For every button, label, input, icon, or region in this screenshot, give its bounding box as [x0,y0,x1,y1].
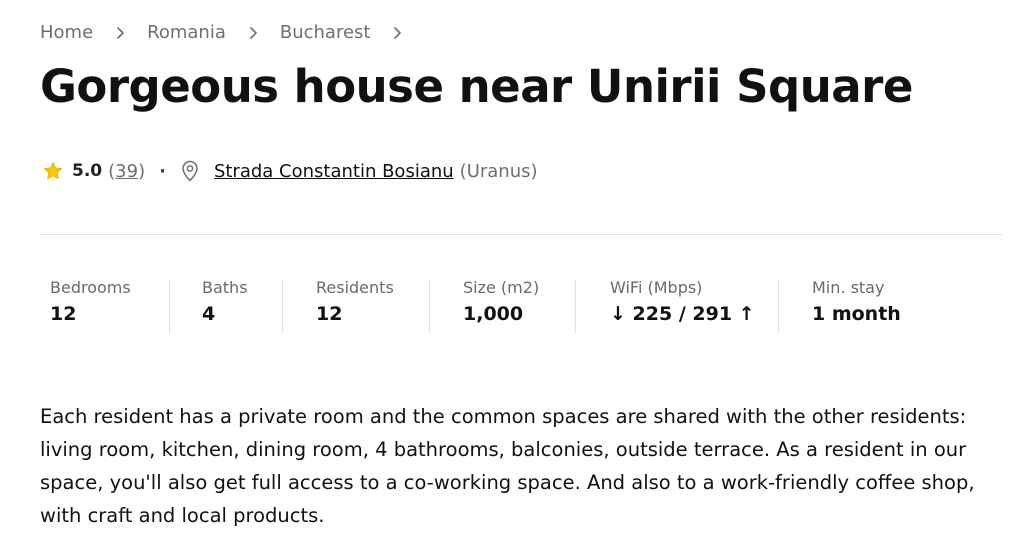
rating-value: 5.0 [72,161,103,181]
stat-label: Size (m2) [463,278,540,297]
chevron-right-icon [113,26,127,40]
district-label: (Uranus) [459,160,538,182]
stat-label: Residents [316,278,394,297]
stat-value: 12 [316,303,343,325]
breadcrumb-home[interactable]: Home [40,22,93,43]
stat-divider [575,280,576,334]
stat-value: 4 [202,303,216,325]
stat-divider [429,280,430,334]
listing-meta: 5.0 (39) · Strada Constantin Bosianu (Ur… [42,160,538,182]
stat-value: 225 / 291 [632,303,733,325]
stat-min-stay: Min. stay 1 month [812,278,901,334]
stat-divider [169,280,170,334]
stat-label: WiFi (Mbps) [610,278,703,297]
stat-divider [282,280,283,334]
page-title: Gorgeous house near Unirii Square [40,60,913,113]
divider [40,234,1002,235]
stat-size: Size (m2) 1,000 [463,278,539,334]
review-count-link[interactable]: 39 [115,161,138,182]
chevron-right-icon [246,26,260,40]
stat-label: Bedrooms [50,278,131,297]
arrow-up-icon: ↑ [738,303,755,325]
listing-description: Each resident has a private room and the… [40,405,975,527]
stat-value: 1 month [812,303,901,325]
address-link[interactable]: Strada Constantin Bosianu [214,161,454,182]
stat-value: 1,000 [463,303,524,325]
breadcrumb: Home Romania Bucharest [40,22,424,43]
arrow-down-icon: ↓ [610,303,626,325]
stat-residents: Residents 12 [316,278,394,334]
stat-divider [778,280,779,334]
stat-bedrooms: Bedrooms 12 [50,278,131,334]
stat-label: Baths [202,278,248,297]
chevron-right-icon [390,26,404,40]
stat-label: Min. stay [812,278,885,297]
map-pin-icon [180,160,200,182]
stat-value: 12 [50,303,77,325]
meta-separator: · [159,160,166,182]
stats-bar: Bedrooms 12 Baths 4 Residents 12 Size (m… [0,278,1024,338]
breadcrumb-bucharest[interactable]: Bucharest [280,22,371,43]
stat-wifi: WiFi (Mbps) ↓ 225 / 291 ↑ [610,278,755,334]
breadcrumb-romania[interactable]: Romania [147,22,226,43]
stat-baths: Baths 4 [202,278,248,334]
star-icon [42,160,64,182]
